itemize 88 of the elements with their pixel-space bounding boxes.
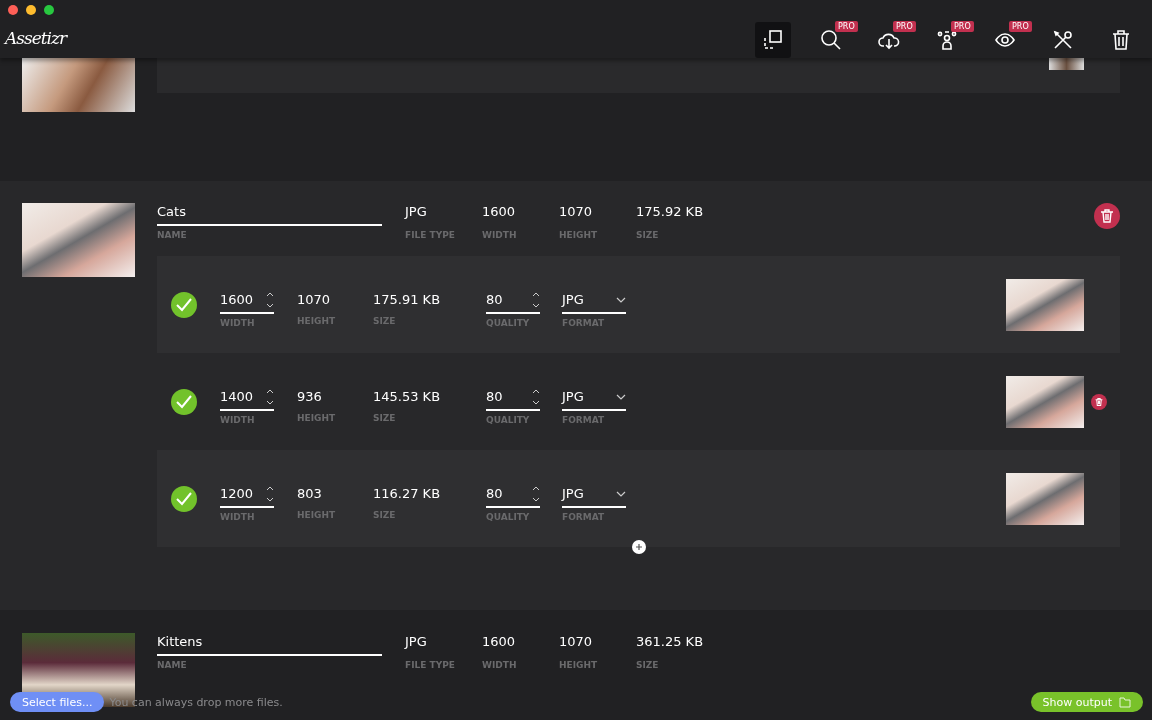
field-label: FORMAT	[562, 317, 606, 328]
field-label: HEIGHT	[559, 230, 599, 240]
delete-button[interactable]	[1091, 393, 1107, 410]
resize-icon	[762, 29, 784, 51]
stepper-icon[interactable]	[532, 387, 540, 406]
stepper-icon[interactable]	[532, 290, 540, 309]
stepper-icon[interactable]	[266, 290, 274, 309]
search-icon	[820, 29, 842, 51]
pro-badge: PRO	[951, 21, 974, 32]
name-field[interactable]: Kittens	[157, 633, 382, 656]
checkbox[interactable]	[171, 485, 197, 512]
plus-icon	[636, 544, 642, 550]
close-button[interactable]	[8, 5, 18, 15]
chevron-down-icon	[616, 296, 626, 303]
photo-placeholder	[1049, 58, 1084, 70]
field-label: SIZE	[373, 316, 397, 326]
field-label: SIZE	[636, 660, 660, 670]
format-dropdown[interactable]: JPG	[562, 389, 584, 404]
quality-field[interactable]: 80	[486, 389, 503, 404]
chevron-down-icon	[616, 393, 626, 400]
tools-icon	[1052, 29, 1074, 51]
drop-hint: You can always drop more files.	[109, 695, 283, 709]
field-value: 1600	[482, 203, 517, 221]
field-label: QUALITY	[486, 317, 531, 328]
field-label: NAME	[157, 660, 188, 670]
resize-tool-button[interactable]	[755, 22, 791, 58]
format-dropdown[interactable]: JPG	[562, 486, 584, 501]
checkmark-icon	[176, 297, 192, 312]
stepper-icon[interactable]	[266, 387, 274, 406]
chevron-down-icon	[616, 490, 626, 497]
name-field[interactable]: Cats	[157, 203, 382, 226]
add-variant-button[interactable]	[632, 540, 646, 554]
field-label: HEIGHT	[559, 660, 599, 670]
field-label: WIDTH	[482, 230, 518, 240]
field-label: QUALITY	[486, 511, 531, 522]
field-label: WIDTH	[482, 660, 518, 670]
field-value: 1070	[559, 203, 594, 221]
field-label: SIZE	[636, 230, 660, 240]
trash-icon	[1110, 29, 1132, 51]
field-value: 116.27 KB	[373, 485, 442, 503]
field-label: NAME	[157, 230, 188, 240]
field-label: SIZE	[373, 510, 397, 520]
format-dropdown[interactable]: JPG	[562, 292, 584, 307]
field-label: HEIGHT	[297, 316, 337, 326]
checkmark-icon	[176, 491, 192, 506]
minimize-button[interactable]	[26, 5, 36, 15]
trash-icon	[1095, 397, 1103, 406]
folder-icon	[1119, 696, 1131, 708]
field-value: 145.53 KB	[373, 388, 442, 406]
field-value: 803	[297, 485, 323, 503]
field-value: 1600	[482, 633, 517, 651]
quality-field[interactable]: 80	[486, 292, 503, 307]
delete-button[interactable]	[1094, 203, 1120, 229]
checkbox[interactable]	[171, 291, 197, 318]
field-label: FILE TYPE	[405, 230, 456, 240]
pro-badge: PRO	[893, 21, 916, 32]
width-field[interactable]: 1600	[220, 292, 254, 307]
app-logo: Assetizr	[5, 28, 67, 48]
trash-icon	[1100, 209, 1114, 223]
zoom-button[interactable]	[44, 5, 54, 15]
pro-badge: PRO	[1009, 21, 1032, 32]
field-label: QUALITY	[486, 414, 531, 425]
checkbox[interactable]	[171, 388, 197, 415]
field-label: FILE TYPE	[405, 660, 456, 670]
field-value: 1070	[297, 291, 332, 309]
field-label: FORMAT	[562, 511, 606, 522]
field-value: 1070	[559, 633, 594, 651]
field-value: JPG	[405, 633, 428, 651]
stepper-icon[interactable]	[532, 484, 540, 503]
field-label: SIZE	[373, 413, 397, 423]
field-value: 936	[297, 388, 323, 406]
people-icon	[936, 29, 958, 51]
field-value: 361.25 KB	[636, 633, 705, 651]
width-field[interactable]: 1200	[220, 486, 254, 501]
checkmark-icon	[176, 394, 192, 409]
field-label: FORMAT	[562, 414, 606, 425]
field-value: 175.92 KB	[636, 203, 705, 221]
field-label: HEIGHT	[297, 413, 337, 423]
field-label: WIDTH	[220, 317, 256, 328]
field-value: JPG	[405, 203, 428, 221]
field-label: HEIGHT	[297, 510, 337, 520]
field-label: WIDTH	[220, 414, 256, 425]
pro-badge: PRO	[835, 21, 858, 32]
quality-field[interactable]: 80	[486, 486, 503, 501]
width-field[interactable]: 1400	[220, 389, 254, 404]
field-label: WIDTH	[220, 511, 256, 522]
field-value: 175.91 KB	[373, 291, 442, 309]
stepper-icon[interactable]	[266, 484, 274, 503]
